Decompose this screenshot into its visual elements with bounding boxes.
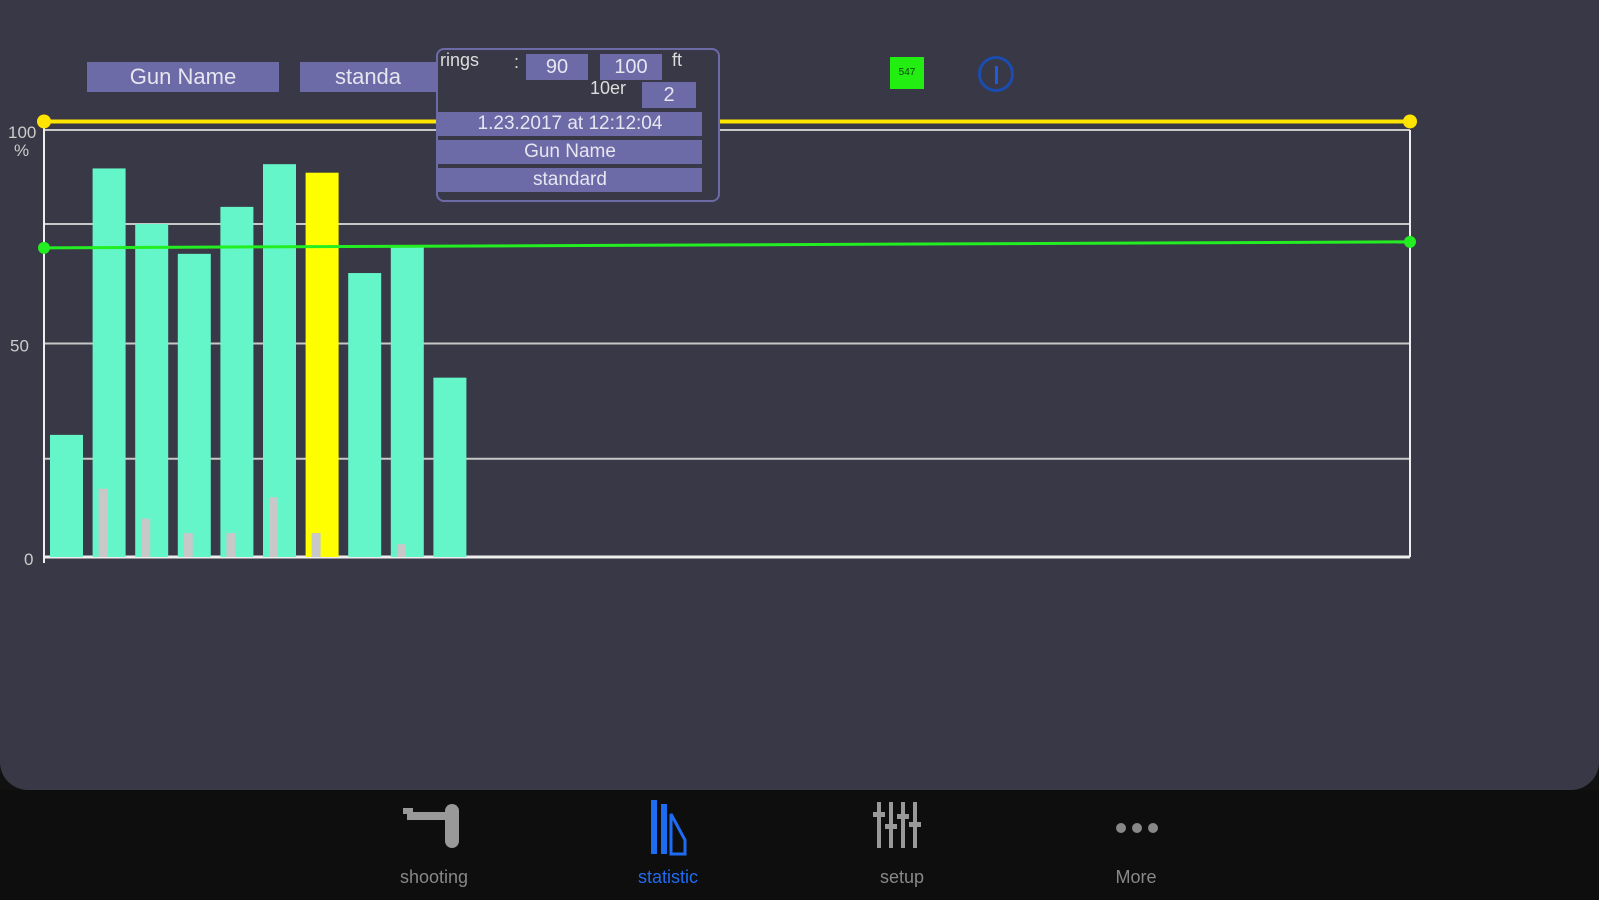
target-line-handle-right: [1403, 114, 1417, 129]
bar-rings: [348, 273, 382, 557]
tab-shooting[interactable]: shooting: [374, 800, 494, 888]
rings-value: 90: [526, 54, 588, 80]
bar-rings: [135, 223, 169, 557]
sliders-icon: [873, 802, 921, 848]
rings-label: rings: [440, 50, 480, 70]
average-line-point-left: [38, 241, 50, 254]
tab-more[interactable]: More: [1076, 800, 1196, 888]
bar-10er: [141, 518, 151, 557]
statistic-icon: [651, 800, 687, 856]
bar-rings: [390, 246, 424, 558]
bar-rings: [50, 434, 83, 557]
y-tick-label: 50: [10, 337, 29, 356]
bar-rings: [263, 164, 296, 557]
tab-setup[interactable]: setup: [842, 800, 962, 888]
average-line-point-right: [1404, 235, 1416, 248]
bar-10er: [311, 533, 321, 557]
bar-rings: [305, 172, 339, 557]
bar-rings: [177, 253, 211, 557]
bar-chart: 100% 50 0: [8, 114, 1417, 569]
bar-rings: [92, 168, 126, 557]
tab-label: statistic: [637, 867, 698, 887]
tab-bar: shooting statistic setup More: [0, 790, 1599, 900]
distance-value: 100: [600, 54, 662, 80]
gun-icon: [403, 804, 459, 848]
bar-rings: [220, 206, 254, 558]
target-line-handle-left: [37, 114, 51, 129]
tab-statistic[interactable]: statistic: [608, 800, 728, 888]
tab-label: setup: [879, 867, 925, 887]
popup-gun-name: Gun Name: [438, 140, 702, 164]
bar-10er: [396, 544, 406, 557]
rings-colon: :: [514, 52, 520, 72]
datetime-label: 1.23.2017 at 12:12:04: [438, 112, 702, 136]
bar-rings: [433, 377, 467, 557]
tab-label: More: [1115, 867, 1157, 887]
bar-10er: [269, 497, 278, 557]
y-tick-label: 0: [24, 550, 33, 569]
shot-detail-popup: rings : 90 100 ft 10er 2 1.23.2017 at 12…: [436, 48, 720, 202]
bar-10er: [226, 533, 236, 557]
popup-profile: standard: [438, 168, 702, 192]
bar-10er: [98, 488, 108, 557]
tab-label: shooting: [399, 867, 469, 887]
tens-label: 10er: [590, 78, 627, 98]
more-icon: [1116, 823, 1158, 833]
statistics-panel: Gun Name standa 547 100% 50 0 rings : 90 1…: [0, 0, 1599, 790]
y-tick-label: %: [14, 141, 29, 160]
tens-value: 2: [642, 82, 696, 108]
bar-10er: [183, 533, 193, 557]
distance-unit: ft: [672, 50, 683, 70]
y-tick-label: 100: [8, 123, 36, 142]
